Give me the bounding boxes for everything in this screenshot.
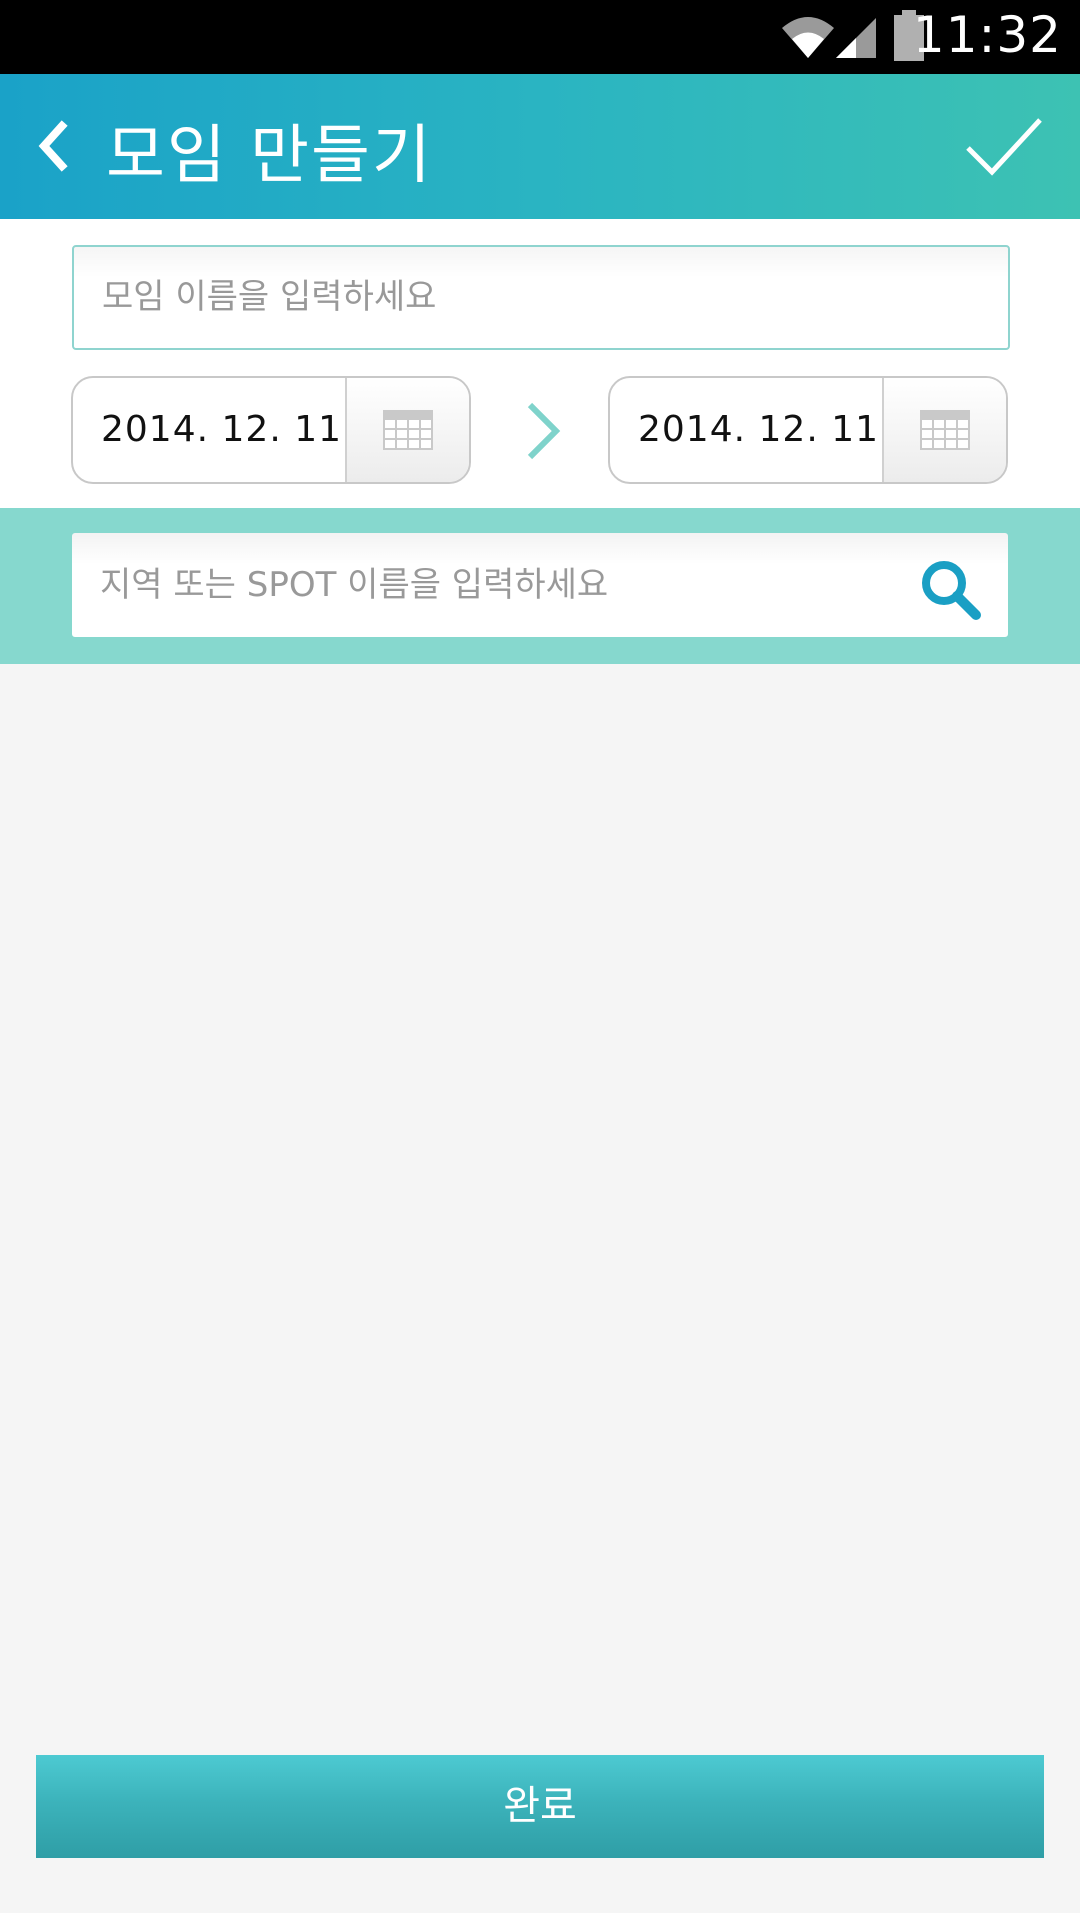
end-date-picker[interactable]: 2014. 12. 11 [608,376,1008,484]
check-icon[interactable] [964,114,1044,178]
location-search-input[interactable]: 지역 또는 SPOT 이름을 입력하세요 [72,533,1008,637]
calendar-icon [920,410,970,450]
complete-button[interactable]: 완료 [36,1755,1044,1858]
start-date-value: 2014. 12. 11 [101,409,343,450]
form-section: 모임 이름을 입력하세요 2014. 12. 11 2014. 12. 11 [0,219,1080,508]
status-time: 11:32 [912,6,1062,64]
search-icon[interactable] [918,557,982,621]
calendar-icon [383,410,433,450]
end-date-value: 2014. 12. 11 [638,409,880,450]
wifi-icon [782,17,834,58]
meeting-name-input[interactable]: 모임 이름을 입력하세요 [72,245,1010,350]
page-title: 모임 만들기 [106,119,433,193]
meeting-name-placeholder: 모임 이름을 입력하세요 [102,277,437,317]
app-bar: 모임 만들기 [0,74,1080,219]
chevron-right-icon [527,402,561,460]
search-band: 지역 또는 SPOT 이름을 입력하세요 [0,508,1080,664]
end-calendar-button[interactable] [882,378,1006,482]
start-date-picker[interactable]: 2014. 12. 11 [71,376,471,484]
chevron-left-icon[interactable] [32,118,76,174]
location-search-placeholder: 지역 또는 SPOT 이름을 입력하세요 [100,565,609,605]
signal-icon [836,18,876,58]
start-calendar-button[interactable] [345,378,469,482]
status-bar: 11:32 [0,0,1080,74]
